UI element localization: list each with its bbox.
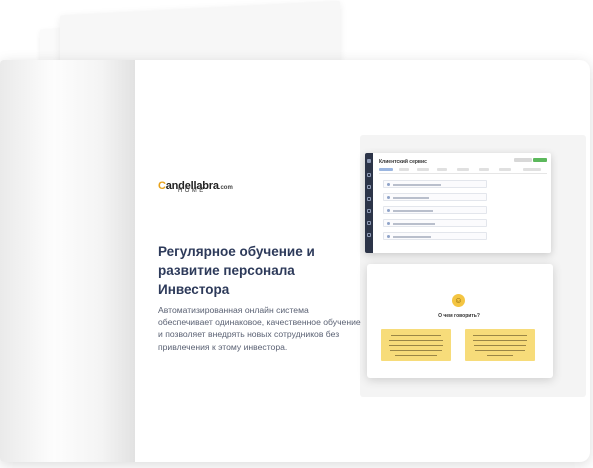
app-sidebar bbox=[365, 153, 373, 253]
app-tab bbox=[499, 168, 511, 171]
app-tab bbox=[479, 168, 489, 171]
page-headline: Регулярное обучение и развитие персонала… bbox=[158, 244, 315, 297]
app-tab bbox=[457, 168, 469, 171]
chat-question: О чем говорить? bbox=[438, 313, 480, 319]
app-tab bbox=[399, 168, 409, 171]
logo-tagline: HOME bbox=[178, 188, 206, 194]
list-item bbox=[383, 206, 487, 214]
answer-note-left bbox=[381, 329, 451, 361]
list-item bbox=[383, 219, 487, 227]
mail-icon bbox=[367, 221, 371, 225]
list-item bbox=[383, 180, 487, 188]
page-description: Автоматизированная онлайн система обеспе… bbox=[158, 305, 361, 352]
app-tab bbox=[523, 168, 541, 171]
app-title: Клиентский сервис bbox=[379, 159, 427, 165]
app-tab bbox=[417, 168, 429, 171]
user-icon bbox=[367, 197, 371, 201]
logo-domain: .com bbox=[218, 185, 233, 191]
app-tabs bbox=[379, 168, 547, 174]
chart-icon bbox=[367, 185, 371, 189]
doc-icon bbox=[367, 173, 371, 177]
home-icon bbox=[367, 159, 371, 163]
app-tab bbox=[379, 168, 393, 171]
list-item bbox=[383, 232, 487, 240]
app-tab bbox=[437, 168, 447, 171]
settings-icon bbox=[367, 233, 371, 237]
smile-icon: ☺ bbox=[452, 294, 465, 307]
list-icon bbox=[367, 209, 371, 213]
answer-note-right bbox=[465, 329, 535, 361]
app-primary-button bbox=[533, 158, 547, 162]
booklet-page-curl bbox=[0, 60, 135, 462]
app-secondary-button bbox=[514, 158, 532, 162]
app-screenshot: Клиентский сервис bbox=[365, 153, 551, 253]
list-item bbox=[383, 193, 487, 201]
